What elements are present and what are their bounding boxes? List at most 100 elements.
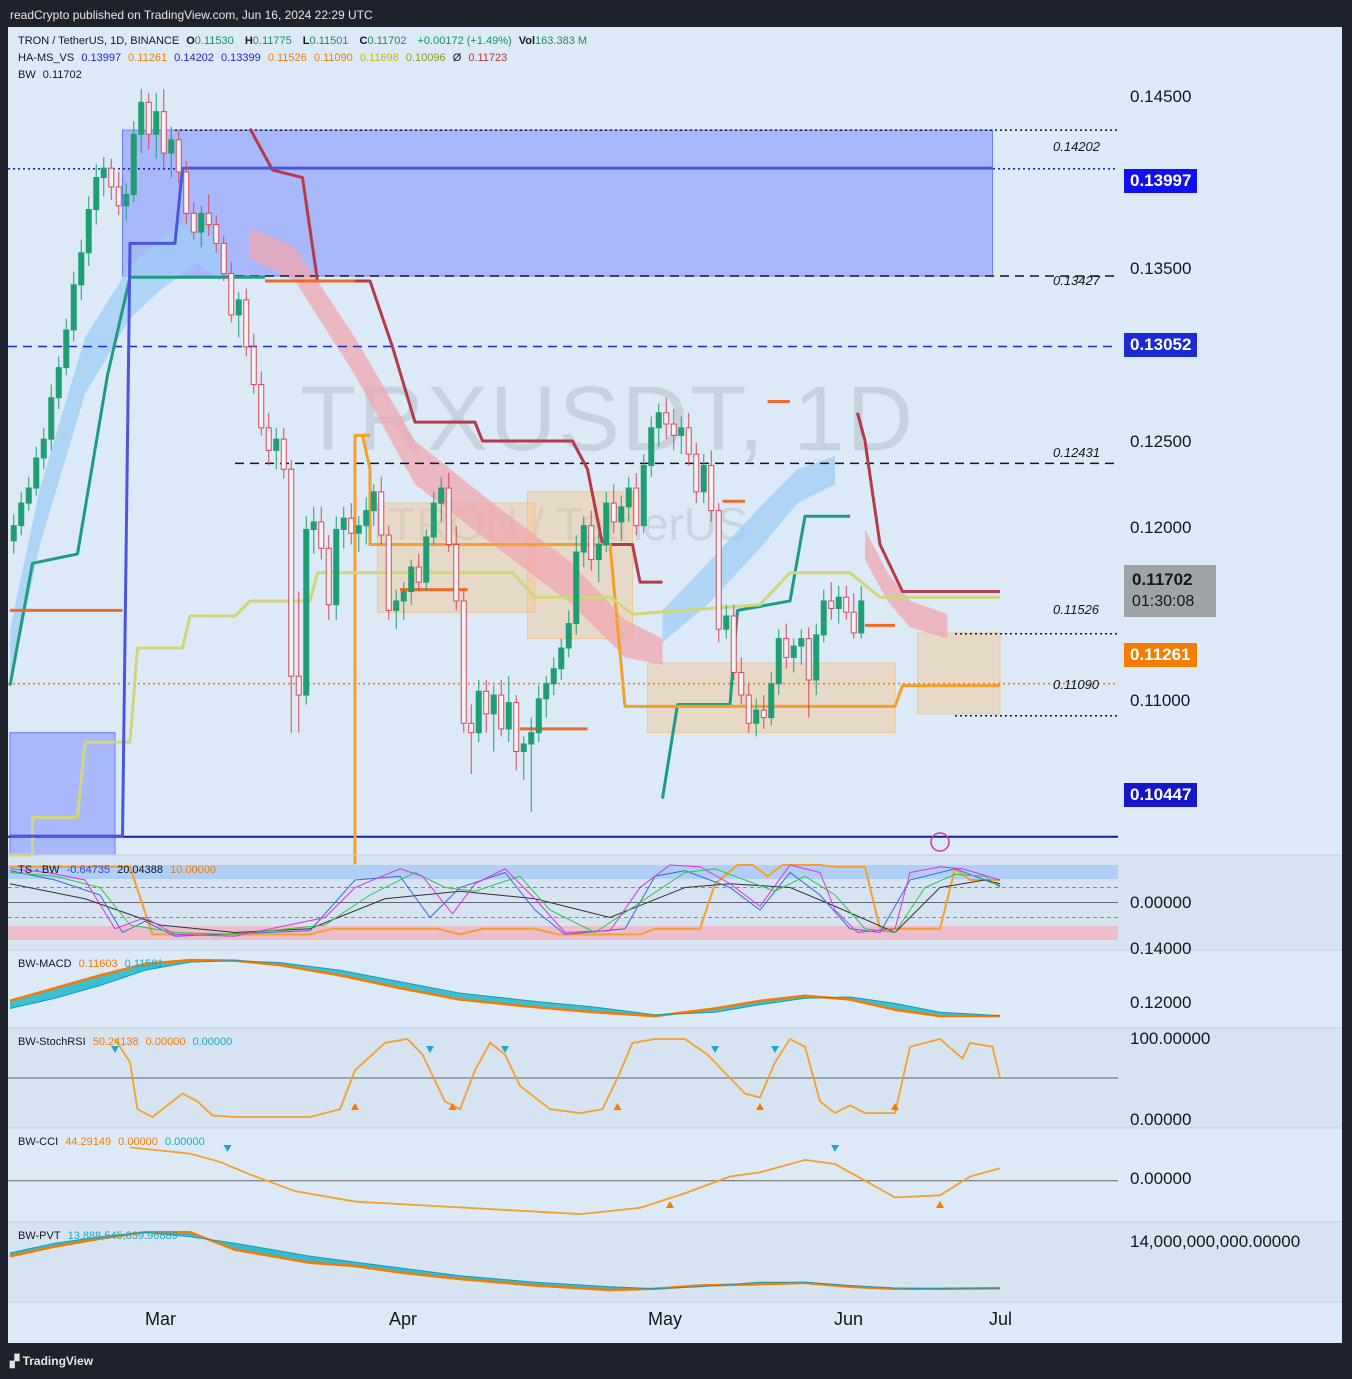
candle-body-34	[265, 427, 272, 451]
candle-body-111	[843, 596, 850, 613]
candle-body-69	[528, 732, 535, 745]
candle-body-55	[423, 536, 430, 583]
level-label-4: 0.11090	[1053, 677, 1100, 692]
candle-body-104	[790, 645, 797, 658]
candle-body-3	[33, 457, 40, 489]
candle-body-87	[663, 412, 670, 425]
candle-body-67	[513, 702, 520, 753]
price-tick-0: 0.14500	[1130, 87, 1192, 106]
time-tick-may: May	[648, 1309, 683, 1329]
candle-body-33	[258, 384, 265, 429]
candle-body-100	[760, 709, 767, 719]
candle-body-56	[430, 502, 437, 538]
legend-high: 0.11775	[252, 35, 292, 47]
candle-body-42	[325, 547, 332, 606]
legend-hams-v7: 0.10096	[405, 52, 446, 64]
stoch-v2: 0.00000	[145, 1036, 186, 1048]
candle-body-37	[288, 468, 295, 677]
candle-body-99	[753, 709, 760, 724]
macd-axis-label: 0.12000	[1130, 993, 1192, 1012]
tv-logo-icon: ▞	[10, 1354, 23, 1368]
candle-body-29	[228, 273, 235, 316]
candle-body-43	[333, 528, 340, 606]
legend-change: +0.00172 (+1.49%)	[417, 35, 512, 47]
candle-body-22	[175, 139, 182, 173]
legend-bw-value: 0.11702	[42, 69, 82, 81]
candle-body-59	[453, 544, 460, 602]
legend-hams-v2: 0.14202	[174, 52, 214, 64]
candle-body-84	[640, 464, 647, 527]
candle-body-4	[40, 438, 47, 459]
legend-hams-v3: 0.13399	[220, 52, 261, 64]
candle-body-40	[310, 521, 317, 530]
candle-body-89	[678, 427, 685, 436]
candle-body-49	[378, 491, 385, 536]
candle-body-6	[55, 367, 62, 399]
candle-body-45	[348, 517, 355, 534]
price-tick-2: 0.12500	[1130, 432, 1192, 451]
pvt-axis-label: 14,000,000,000.00000	[1130, 1232, 1301, 1251]
time-tick-jul: Jul	[989, 1309, 1013, 1329]
candle-body-95	[723, 615, 730, 630]
band-1	[662, 456, 835, 643]
candle-body-9	[78, 252, 85, 286]
candle-body-7	[63, 329, 70, 369]
candle-body-11	[93, 177, 100, 211]
pvt-v1: 13,888,545,839.96889	[67, 1230, 178, 1242]
candle-body-77	[588, 525, 595, 561]
candle-body-75	[573, 551, 580, 625]
candle-body-62	[475, 690, 482, 734]
legend-hams-v4: 0.11526	[267, 52, 307, 64]
cci-axis-label: 0.00000	[1130, 1169, 1192, 1188]
badge-0.13997: 0.13997	[1124, 169, 1198, 193]
candle-body-32	[250, 346, 257, 386]
candle-body-90	[685, 427, 692, 455]
candle-body-21	[168, 139, 175, 154]
candle-body-44	[340, 517, 347, 530]
current-price: 0.11702	[1132, 570, 1193, 589]
cci-v2: 0.00000	[118, 1136, 158, 1148]
candle-body-35	[273, 438, 280, 451]
legend-hams-name: HA-MS_VS	[18, 52, 75, 64]
candle-body-48	[370, 491, 377, 512]
candle-body-2	[25, 487, 32, 504]
candle-body-112	[850, 611, 857, 634]
candle-body-14	[115, 186, 122, 207]
candle-body-8	[70, 284, 77, 331]
candle-body-98	[745, 694, 752, 724]
legend-title: TRON / TetherUS, 1D, BINANCE	[18, 35, 180, 47]
badge-0.10447: 0.10447	[1124, 783, 1198, 807]
macd-v2: 0.11581	[124, 958, 164, 970]
stoch-axis-top: 100.00000	[1130, 1029, 1211, 1048]
ts-axis-label: 0.00000	[1130, 893, 1192, 912]
candle-body-50	[385, 534, 392, 611]
zone-5	[917, 632, 1001, 715]
candle-body-46	[355, 525, 362, 534]
legend-volume: 163.383 M	[535, 35, 588, 47]
series-line-5	[353, 433, 370, 865]
macd-axis-top: 0.14000	[1130, 939, 1192, 958]
publish-header: readCrypto published on TradingView.com,…	[10, 8, 373, 22]
legend-vol-label: Vol	[518, 35, 536, 47]
legend-l-label: L	[302, 35, 310, 47]
series-line-3	[661, 514, 850, 799]
candle-body-63	[483, 690, 490, 715]
candle-body-18	[145, 101, 152, 135]
candle-body-23	[183, 171, 190, 214]
candle-body-71	[543, 683, 550, 700]
legend-o-label: O	[186, 35, 195, 47]
stoch-v3: 0.00000	[192, 1036, 233, 1048]
candle-body-105	[798, 638, 805, 647]
candle-body-1	[18, 502, 25, 527]
legend-bw-name: BW	[18, 69, 36, 81]
current-price-badge: 0.11702 01:30:08	[1124, 565, 1216, 617]
ts-v3: 10.00000	[170, 864, 216, 876]
candle-body-15	[123, 193, 130, 207]
candle-body-88	[670, 423, 677, 436]
legend-hams: HA-MS_VS 0.13997 0.11261 0.14202 0.13399…	[18, 52, 511, 64]
candle-body-106	[805, 638, 812, 681]
chart-frame[interactable]: TRXUSDT, 1D TRON / TetherUS TRON / Tethe…	[8, 27, 1342, 1343]
cci-legend: BW-CCI 44.29149 0.00000 0.00000	[18, 1136, 209, 1148]
candle-body-113	[858, 600, 865, 634]
candle-body-58	[445, 487, 452, 545]
